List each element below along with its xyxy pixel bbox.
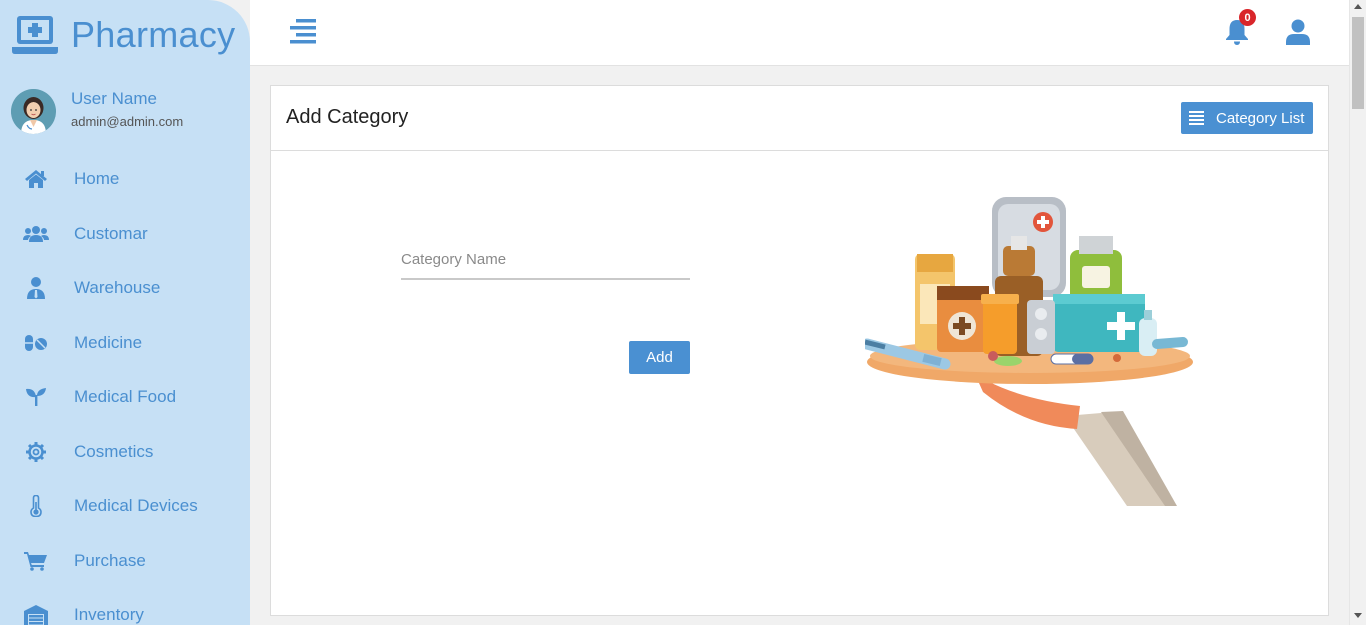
sidebar-item-inventory[interactable]: Inventory <box>0 588 250 625</box>
profile-name: User Name <box>71 89 157 108</box>
sidebar-item-cosmetics[interactable]: Cosmetics <box>0 425 250 480</box>
sidebar-item-label: Customar <box>74 223 148 243</box>
sidebar-item-label: Medical Food <box>74 387 177 407</box>
users-icon <box>23 222 49 246</box>
sidebar-item-label: Home <box>74 169 120 189</box>
scroll-down-arrow-icon[interactable] <box>1354 613 1362 618</box>
avatar <box>11 89 56 134</box>
pills-icon <box>23 331 49 355</box>
warehouse-icon <box>23 603 49 625</box>
sidebar: Pharmacy User Name admin@admin.com Home … <box>0 0 250 625</box>
sidebar-item-label: Inventory <box>74 605 144 625</box>
sidebar-item-customar[interactable]: Customar <box>0 207 250 262</box>
brand[interactable]: Pharmacy <box>12 14 235 56</box>
notification-count-badge: 0 <box>1239 9 1256 26</box>
sidebar-item-label: Cosmetics <box>74 441 154 461</box>
seedling-icon <box>23 385 49 409</box>
add-button[interactable]: Add <box>629 341 690 374</box>
scrollbar-thumb[interactable] <box>1352 17 1364 109</box>
menu-toggle-button[interactable] <box>290 18 318 44</box>
cart-icon <box>23 549 49 573</box>
category-name-input[interactable] <box>401 240 690 280</box>
card-header: Add Category Category List <box>271 86 1328 151</box>
home-icon <box>23 167 49 191</box>
sidebar-item-warehouse[interactable]: Warehouse <box>0 261 250 316</box>
sidebar-item-purchase[interactable]: Purchase <box>0 534 250 589</box>
sidebar-item-medical-devices[interactable]: Medical Devices <box>0 479 250 534</box>
vertical-scrollbar[interactable] <box>1349 0 1366 625</box>
top-navbar: 0 <box>250 0 1349 66</box>
sidebar-nav: Home Customar Warehouse Medicine Medical… <box>0 152 250 625</box>
sidebar-item-label: Warehouse <box>74 278 161 298</box>
sidebar-item-medicine[interactable]: Medicine <box>0 316 250 371</box>
sidebar-item-label: Medicine <box>74 332 143 352</box>
scroll-up-arrow-icon[interactable] <box>1354 4 1362 9</box>
page-title: Add Category <box>286 106 409 128</box>
thermometer-icon <box>23 494 49 518</box>
list-icon <box>1189 111 1204 125</box>
sidebar-item-label: Medical Devices <box>74 496 198 516</box>
profile-email: admin@admin.com <box>71 114 184 129</box>
user-tie-icon <box>23 276 49 300</box>
sidebar-item-home[interactable]: Home <box>0 152 250 207</box>
medicine-tray-illustration <box>865 197 1193 506</box>
add-category-card: Add Category Category List Add <box>270 85 1329 616</box>
user-menu-button[interactable] <box>1286 19 1310 46</box>
align-right-icon <box>290 19 316 44</box>
brand-name: Pharmacy <box>71 14 236 55</box>
sidebar-item-label: Purchase <box>74 550 146 570</box>
category-list-button[interactable]: Category List <box>1181 102 1313 134</box>
laptop-medical-icon <box>12 16 58 54</box>
user-profile[interactable]: User Name admin@admin.com <box>11 89 183 134</box>
category-list-label: Category List <box>1216 109 1305 127</box>
sidebar-item-medical-food[interactable]: Medical Food <box>0 370 250 425</box>
user-icon <box>1286 19 1310 45</box>
gear-icon <box>23 440 49 464</box>
